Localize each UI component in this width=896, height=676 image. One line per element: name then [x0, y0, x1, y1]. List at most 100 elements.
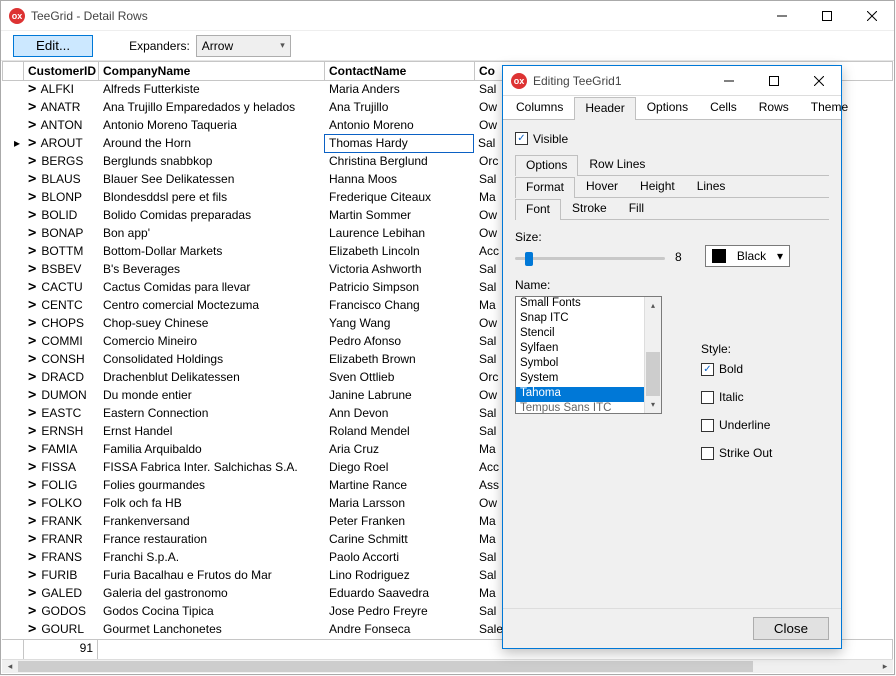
cell-companyname[interactable]: Berglunds snabbkop [99, 153, 325, 171]
cell-customerid[interactable]: > ERNSH [24, 423, 99, 441]
horizontal-scrollbar[interactable]: ◂ ▸ [2, 659, 893, 673]
cell-contactname[interactable]: Sven Ottlieb [325, 369, 475, 387]
cell-contactname[interactable]: Elizabeth Brown [325, 351, 475, 369]
cell-contactname[interactable]: Maria Larsson [325, 495, 475, 513]
font-list[interactable]: Small FontsSnap ITCStencilSylfaenSymbolS… [515, 296, 662, 414]
style-checkbox-bold[interactable]: ✓Bold [701, 362, 772, 376]
tab-format[interactable]: Format [515, 177, 575, 198]
editor-minimize-button[interactable] [706, 66, 751, 96]
cell-customerid[interactable]: > ANATR [24, 99, 99, 117]
cell-contactname[interactable]: Jose Pedro Freyre [325, 603, 475, 621]
cell-customerid[interactable]: > GODOS [24, 603, 99, 621]
row-indicator-column[interactable] [2, 61, 24, 81]
cell-customerid[interactable]: > FRANK [24, 513, 99, 531]
cell-companyname[interactable]: Drachenblut Delikatessen [99, 369, 325, 387]
cell-customerid[interactable]: > FURIB [24, 567, 99, 585]
tab-columns[interactable]: Columns [505, 96, 574, 119]
cell-contactname[interactable]: Paolo Accorti [325, 549, 475, 567]
cell-companyname[interactable]: Cactus Comidas para llevar [99, 279, 325, 297]
cell-contactname[interactable]: Yang Wang [325, 315, 475, 333]
cell-companyname[interactable]: Galeria del gastronomo [99, 585, 325, 603]
cell-contactname[interactable]: Elizabeth Lincoln [325, 243, 475, 261]
cell-contactname[interactable]: Christina Berglund [325, 153, 475, 171]
tab-font[interactable]: Font [515, 199, 561, 220]
cell-customerid[interactable]: > BSBEV [24, 261, 99, 279]
editor-tabs[interactable]: ColumnsHeaderOptionsCellsRowsTheme [503, 96, 841, 120]
cell-contactname[interactable]: Diego Roel [325, 459, 475, 477]
cell-contactname[interactable]: Martin Sommer [325, 207, 475, 225]
cell-companyname[interactable]: FISSA Fabrica Inter. Salchichas S.A. [99, 459, 325, 477]
cell-companyname[interactable]: Bon app' [99, 225, 325, 243]
font-option[interactable]: Symbol [516, 357, 661, 372]
cell-companyname[interactable]: Consolidated Holdings [99, 351, 325, 369]
column-header-contactname[interactable]: ContactName [325, 61, 475, 81]
font-option[interactable]: System [516, 372, 661, 387]
cell-customerid[interactable]: > BERGS [24, 153, 99, 171]
cell-customerid[interactable]: > CENTC [24, 297, 99, 315]
cell-companyname[interactable]: Eastern Connection [99, 405, 325, 423]
tab-fill[interactable]: Fill [618, 198, 655, 219]
cell-contactname[interactable]: Carine Schmitt [325, 531, 475, 549]
cell-companyname[interactable]: Around the Horn [99, 135, 325, 153]
cell-customerid[interactable]: > DUMON [24, 387, 99, 405]
editor-close-action-button[interactable]: Close [753, 617, 829, 640]
cell-contactname[interactable]: Martine Rance [325, 477, 475, 495]
cell-contactname[interactable]: Roland Mendel [325, 423, 475, 441]
column-header-customerid[interactable]: CustomerID [24, 61, 99, 81]
cell-customerid[interactable]: > FOLIG [24, 477, 99, 495]
tab-rows[interactable]: Rows [748, 96, 800, 119]
cell-contactname[interactable]: Ana Trujillo [325, 99, 475, 117]
cell-companyname[interactable]: Chop-suey Chinese [99, 315, 325, 333]
font-option[interactable]: Small Fonts [516, 297, 661, 312]
scrollbar-thumb[interactable] [646, 352, 660, 396]
tab-options[interactable]: Options [515, 155, 578, 176]
cell-contactname[interactable]: Victoria Ashworth [325, 261, 475, 279]
cell-customerid[interactable]: > COMMI [24, 333, 99, 351]
cell-companyname[interactable]: Du monde entier [99, 387, 325, 405]
cell-companyname[interactable]: Gourmet Lanchonetes [99, 621, 325, 639]
subtabs-level2[interactable]: FormatHoverHeightLines [515, 176, 829, 198]
scroll-down-icon[interactable]: ▾ [651, 396, 655, 413]
close-button[interactable] [849, 1, 894, 31]
color-combo[interactable]: Black ▾ [705, 245, 790, 267]
tab-row-lines[interactable]: Row Lines [578, 154, 656, 175]
maximize-button[interactable] [804, 1, 849, 31]
font-option[interactable]: Stencil [516, 327, 661, 342]
cell-contactname[interactable]: Hanna Moos [325, 171, 475, 189]
cell-customerid[interactable]: > FRANR [24, 531, 99, 549]
tab-hover[interactable]: Hover [575, 176, 629, 197]
cell-contactname[interactable]: Francisco Chang [325, 297, 475, 315]
cell-customerid[interactable]: > CHOPS [24, 315, 99, 333]
subtabs-level1[interactable]: OptionsRow Lines [515, 154, 829, 176]
cell-customerid[interactable]: > GALED [24, 585, 99, 603]
cell-customerid[interactable]: > AROUT [24, 135, 99, 153]
style-checkbox-italic[interactable]: Italic [701, 390, 772, 404]
cell-customerid[interactable]: > ANTON [24, 117, 99, 135]
cell-customerid[interactable]: > DRACD [24, 369, 99, 387]
cell-companyname[interactable]: Familia Arquibaldo [99, 441, 325, 459]
cell-contactname[interactable]: Andre Fonseca [325, 621, 475, 639]
cell-companyname[interactable]: Blondesddsl pere et fils [99, 189, 325, 207]
cell-customerid[interactable]: > FISSA [24, 459, 99, 477]
cell-customerid[interactable]: > CONSH [24, 351, 99, 369]
cell-companyname[interactable]: Ernst Handel [99, 423, 325, 441]
font-option[interactable]: Sylfaen [516, 342, 661, 357]
cell-customerid[interactable]: > BLAUS [24, 171, 99, 189]
cell-contactname[interactable]: Eduardo Saavedra [325, 585, 475, 603]
cell-companyname[interactable]: Godos Cocina Tipica [99, 603, 325, 621]
font-option[interactable]: Tempus Sans ITC [516, 402, 661, 414]
cell-customerid[interactable]: > CACTU [24, 279, 99, 297]
cell-contactname[interactable]: Peter Franken [325, 513, 475, 531]
cell-customerid[interactable]: > BOTTM [24, 243, 99, 261]
tab-lines[interactable]: Lines [686, 176, 737, 197]
minimize-button[interactable] [759, 1, 804, 31]
expanders-combo[interactable]: Arrow ▾ [196, 35, 291, 57]
cell-customerid[interactable]: > FAMIA [24, 441, 99, 459]
scroll-right-icon[interactable]: ▸ [877, 661, 893, 672]
font-list-scrollbar[interactable]: ▴ ▾ [644, 297, 661, 413]
cell-contactname[interactable]: Maria Anders [325, 81, 475, 99]
tab-header[interactable]: Header [574, 97, 635, 120]
tab-height[interactable]: Height [629, 176, 686, 197]
cell-contactname[interactable]: Frederique Citeaux [325, 189, 475, 207]
scroll-left-icon[interactable]: ◂ [2, 661, 18, 672]
